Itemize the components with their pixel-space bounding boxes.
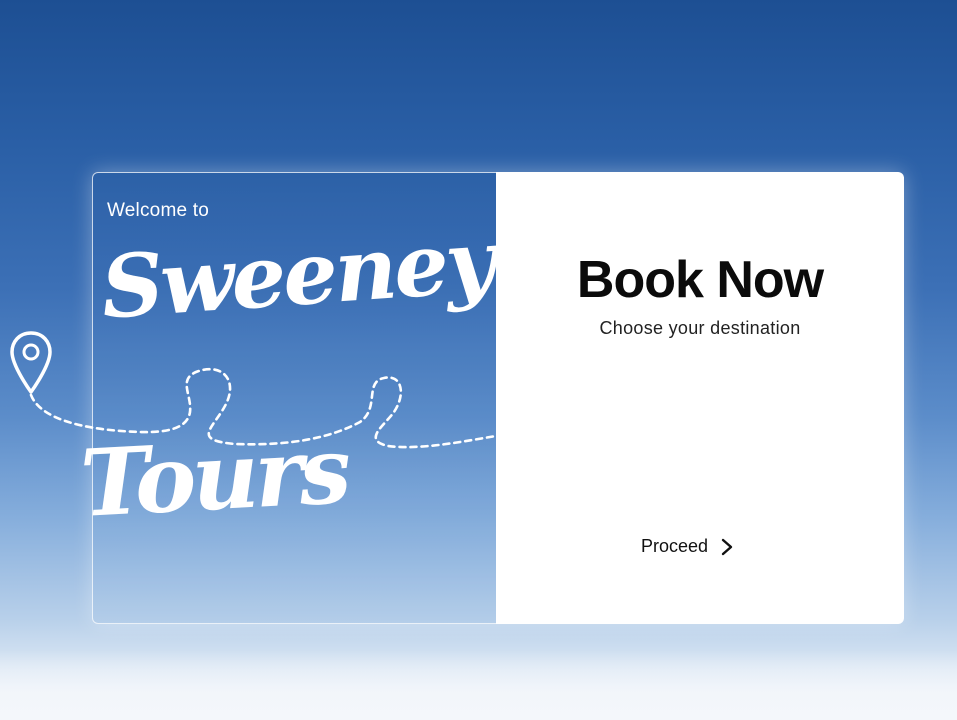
choose-destination-subtitle: Choose your destination [599, 318, 801, 338]
location-pin-icon [10, 331, 52, 394]
cloud-horizon [0, 650, 957, 720]
book-now-title: Book Now [576, 251, 824, 309]
chevron-right-icon [721, 538, 733, 555]
welcome-text: Welcome to [107, 200, 209, 221]
proceed-button[interactable]: Proceed [641, 536, 734, 557]
brand-name-tours: Tours [78, 416, 350, 538]
booking-panel: Book Now Choose your destination Proceed [496, 172, 904, 624]
proceed-label: Proceed [641, 536, 709, 556]
